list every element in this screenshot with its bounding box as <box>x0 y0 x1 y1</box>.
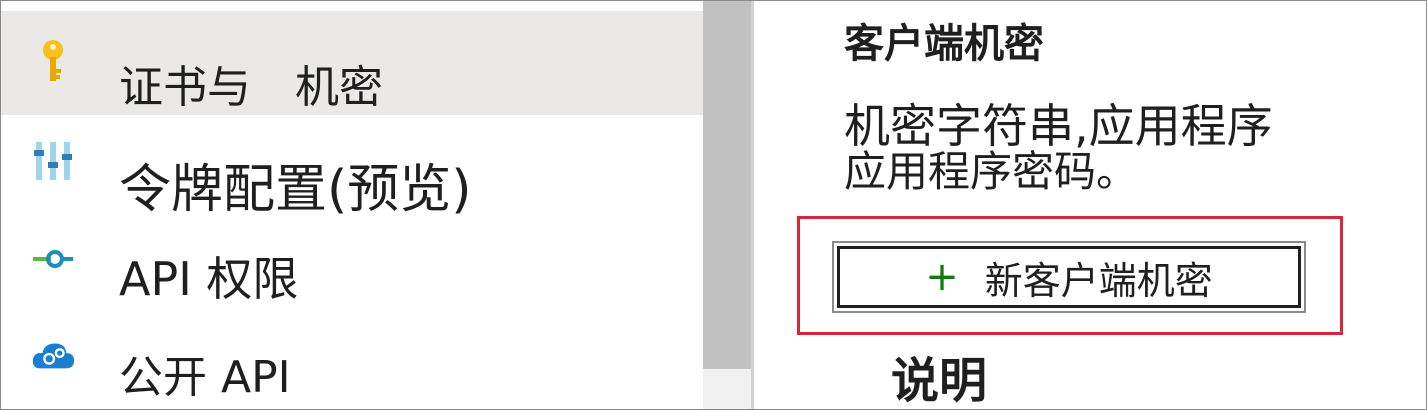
button-label: 新客户端机密 <box>984 258 1213 303</box>
sidebar-item-expose-api[interactable]: 公开 API <box>1 323 703 409</box>
description-line-2: 应用程序密码。 <box>844 147 1139 196</box>
sidebar-scrollbar[interactable] <box>703 1 751 409</box>
new-client-secret-button[interactable]: + 新客户端机密 <box>832 241 1306 313</box>
main-content: 客户端机密 机密字符串,应用程序 应用程序密码。 + 新客户端机密 说明 <box>754 1 1426 409</box>
button-inner: + 新客户端机密 <box>837 246 1301 308</box>
token-config-icon <box>31 139 75 183</box>
sidebar-nav: 证书与 机密 令牌配置(预览) API 权限 公开 API <box>1 1 703 409</box>
sidebar-item-label: 证书与 机密 <box>119 62 383 113</box>
scrollbar-thumb[interactable] <box>703 1 751 369</box>
sidebar-item-token-configuration[interactable]: 令牌配置(预览) <box>1 119 703 220</box>
sidebar-item-label: API 权限 <box>119 252 299 306</box>
sidebar-item-label: 公开 API <box>119 352 291 403</box>
app-frame: 证书与 机密 令牌配置(预览) API 权限 公开 API 客户端机密 机密字符… <box>0 0 1427 410</box>
section-description: 机密字符串,应用程序 应用程序密码。 <box>844 101 1273 193</box>
description-line-1: 机密字符串,应用程序 <box>844 99 1273 153</box>
cloud-gear-icon <box>31 333 75 377</box>
api-permissions-icon <box>31 237 75 281</box>
sidebar-item-label: 令牌配置(预览) <box>119 160 472 220</box>
sidebar-item-api-permissions[interactable]: API 权限 <box>1 221 703 321</box>
sidebar-item-certificates-secrets[interactable]: 证书与 机密 <box>1 11 703 115</box>
description-column-header: 说明 <box>891 353 988 409</box>
section-title: 客户端机密 <box>844 21 1044 67</box>
key-icon <box>31 40 75 85</box>
plus-icon: + <box>925 254 959 300</box>
